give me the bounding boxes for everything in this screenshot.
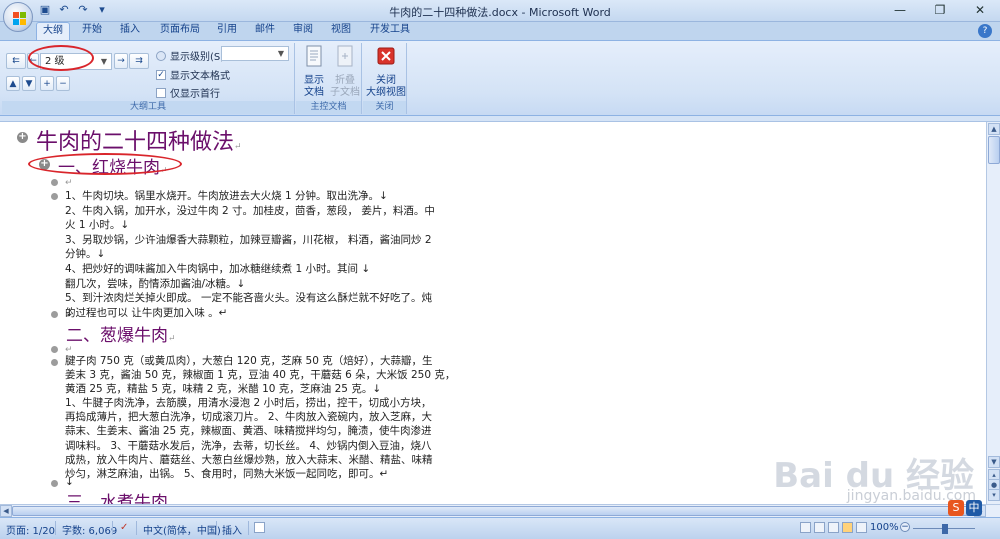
show-text-format-label: 显示文本格式 bbox=[170, 71, 230, 82]
paragraph-mark: ↓ bbox=[65, 476, 74, 488]
scroll-down-icon[interactable]: ▼ bbox=[988, 456, 1000, 468]
close-red-icon bbox=[377, 47, 395, 65]
window-title: 牛肉的二十四种做法.docx - Microsoft Word bbox=[389, 6, 611, 19]
first-line-only-label: 仅显示首行 bbox=[170, 89, 220, 100]
sogou-ime-icon[interactable]: S bbox=[948, 500, 964, 516]
status-language[interactable]: 中文(简体，中国) bbox=[143, 522, 221, 537]
tab-review[interactable]: 审阅 bbox=[288, 22, 318, 40]
horizontal-scroll-thumb[interactable] bbox=[12, 506, 972, 516]
show-level-row: 显示级别(S): bbox=[156, 48, 228, 63]
chevron-down-icon[interactable]: ▼ bbox=[275, 48, 287, 59]
heading2-2: 二、葱爆牛肉↵ bbox=[66, 326, 176, 346]
vertical-scroll-thumb[interactable] bbox=[988, 136, 1000, 164]
close-view-line2: 大纲视图 bbox=[366, 87, 406, 98]
tab-mailings[interactable]: 邮件 bbox=[250, 22, 280, 40]
minimize-button[interactable]: — bbox=[880, 0, 920, 20]
body-bullet-icon[interactable] bbox=[51, 359, 58, 366]
expand-heading1-icon[interactable]: + bbox=[17, 132, 28, 143]
subdocument-icon bbox=[337, 45, 353, 67]
first-line-only-checkbox[interactable]: 仅显示首行 bbox=[156, 85, 220, 100]
help-icon[interactable]: ? bbox=[978, 24, 992, 38]
scroll-left-icon[interactable]: ◀ bbox=[0, 505, 12, 517]
close-outline-view-button[interactable]: 关闭 大纲视图 bbox=[366, 45, 406, 99]
macro-record-icon[interactable] bbox=[254, 522, 265, 533]
tab-insert[interactable]: 插入 bbox=[114, 22, 146, 40]
draft-view-icon[interactable] bbox=[856, 522, 867, 533]
status-word-count[interactable]: 字数: 6,069 bbox=[62, 522, 117, 537]
promote-to-heading1-button[interactable]: ⇇ bbox=[6, 53, 26, 69]
group-label-close: 关闭 bbox=[363, 101, 406, 114]
demote-to-body-button[interactable]: ⇉ bbox=[129, 53, 149, 69]
ribbon: ⇇ ← 2 级 ▼ → ⇉ ▲ ▼ + − 显示级别(S): ▼ ✓ 显示文本格… bbox=[0, 40, 1000, 116]
annotation-circle-heading bbox=[28, 153, 182, 175]
show-level-select[interactable]: ▼ bbox=[221, 46, 289, 61]
vertical-scrollbar[interactable]: ▲ ▼ ▴ ● ▾ bbox=[986, 122, 1000, 504]
chevron-down-icon[interactable]: ▼ bbox=[98, 55, 110, 68]
title-bar: ▣ ↶ ↷ ▾ 牛肉的二十四种做法.docx - Microsoft Word … bbox=[0, 0, 1000, 32]
group-close: 关闭 大纲视图 关闭 bbox=[363, 43, 407, 114]
body-bullet-icon[interactable] bbox=[51, 480, 58, 487]
collapse-subdocs-line2: 子文档 bbox=[330, 87, 360, 98]
collapse-button[interactable]: − bbox=[56, 76, 70, 91]
document-area[interactable]: + 牛肉的二十四种做法↵ + 一、红烧牛肉↵ ↵ 1、牛肉切块。锅里水烧开。牛肉… bbox=[0, 122, 986, 504]
close-view-line1: 关闭 bbox=[376, 75, 396, 86]
group-label-outline-tools: 大纲工具 bbox=[2, 101, 294, 114]
heading2-3: 三、水煮牛肉 bbox=[66, 493, 168, 504]
tab-page-layout[interactable]: 页面布局 bbox=[154, 22, 206, 40]
collapse-subdocuments-button[interactable]: 折叠 子文档 bbox=[327, 45, 363, 99]
tab-view[interactable]: 视图 bbox=[326, 22, 356, 40]
checkmark-icon: ✓ bbox=[156, 69, 166, 80]
tab-outline[interactable]: 大纲 bbox=[36, 22, 70, 40]
paragraph-mark: ↓ bbox=[65, 307, 74, 319]
zoom-slider-thumb[interactable] bbox=[942, 524, 948, 534]
close-window-button[interactable]: ✕ bbox=[960, 0, 1000, 20]
empty-paragraph: ↵ bbox=[65, 178, 73, 188]
status-bar: 页面: 1/20 字数: 6,069 ✓ 中文(简体，中国) 插入 100% − bbox=[0, 517, 1000, 539]
tab-references[interactable]: 引用 bbox=[212, 22, 242, 40]
collapse-subdocs-line1: 折叠 bbox=[335, 75, 355, 86]
scroll-up-icon[interactable]: ▲ bbox=[988, 123, 1000, 135]
status-page[interactable]: 页面: 1/20 bbox=[6, 522, 55, 537]
ime-toolbar: S 中 bbox=[948, 500, 982, 516]
ime-mode-icon[interactable]: 中 bbox=[966, 500, 982, 516]
outline-view-icon[interactable] bbox=[842, 522, 853, 533]
next-page-icon[interactable]: ▾ bbox=[988, 489, 1000, 501]
move-up-button[interactable]: ▲ bbox=[6, 76, 20, 91]
office-button[interactable] bbox=[3, 2, 33, 32]
move-down-button[interactable]: ▼ bbox=[22, 76, 36, 91]
body-bullet-icon[interactable] bbox=[51, 179, 58, 186]
annotation-circle-level bbox=[28, 45, 94, 71]
body-bullet-icon[interactable] bbox=[51, 311, 58, 318]
status-insert-mode[interactable]: 插入 bbox=[222, 522, 242, 537]
proofing-icon[interactable]: ✓ bbox=[120, 522, 128, 533]
tab-developer[interactable]: 开发工具 bbox=[364, 22, 416, 40]
window-controls: — ❐ ✕ bbox=[880, 0, 1000, 20]
show-level-label: 显示级别(S): bbox=[170, 52, 228, 63]
ribbon-tabs: 大纲 开始 插入 页面布局 引用 邮件 审阅 视图 开发工具 ? bbox=[0, 22, 1000, 40]
restore-button[interactable]: ❐ bbox=[920, 0, 960, 20]
zoom-out-icon[interactable]: − bbox=[900, 522, 910, 532]
full-screen-reading-icon[interactable] bbox=[814, 522, 825, 533]
demote-button[interactable]: → bbox=[114, 53, 128, 69]
tab-home[interactable]: 开始 bbox=[76, 22, 108, 40]
document-icon bbox=[306, 45, 322, 67]
web-layout-icon[interactable] bbox=[828, 522, 839, 533]
show-text-format-checkbox[interactable]: ✓ 显示文本格式 bbox=[156, 67, 230, 82]
office-logo-icon bbox=[13, 12, 19, 18]
paragraph-recipe-1: 1、牛肉切块。锅里水烧开。牛肉放进去大火烧 1 分钟。取出洗净。↓ 2、牛肉入锅… bbox=[65, 190, 435, 319]
group-label-master-document: 主控文档 bbox=[296, 101, 361, 114]
body-bullet-icon[interactable] bbox=[51, 193, 58, 200]
checkbox-empty-icon bbox=[156, 87, 166, 98]
show-level-icon bbox=[156, 50, 166, 61]
heading1: 牛肉的二十四种做法↵ bbox=[36, 130, 242, 155]
horizontal-scrollbar[interactable]: ◀ ▶ bbox=[0, 504, 1000, 517]
paragraph-recipe-2: 腱子肉 750 克（或黄瓜肉），大葱白 120 克，芝麻 50 克（焙好），大蒜… bbox=[65, 355, 456, 480]
expand-button[interactable]: + bbox=[40, 76, 54, 91]
body-bullet-icon[interactable] bbox=[51, 346, 58, 353]
group-master-document: 显示 文档 折叠 子文档 主控文档 bbox=[296, 43, 362, 114]
zoom-level[interactable]: 100% bbox=[870, 522, 899, 533]
print-layout-icon[interactable] bbox=[800, 522, 811, 533]
